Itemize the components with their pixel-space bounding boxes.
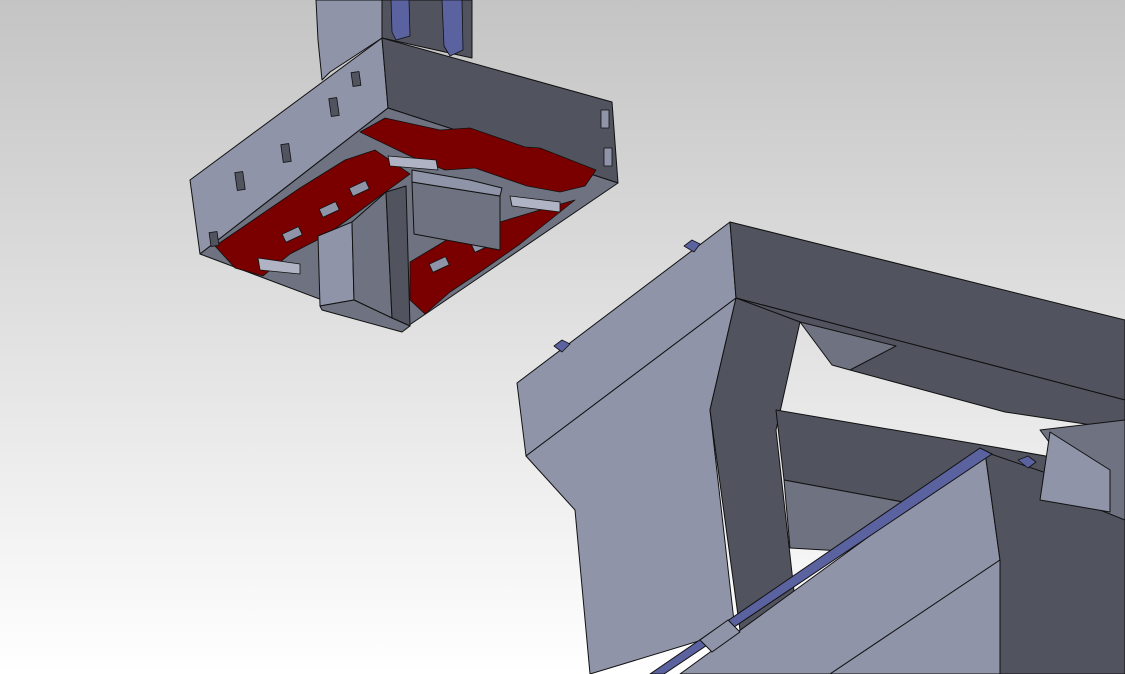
- lower-post-light: [317, 221, 355, 307]
- cad-viewport[interactable]: [0, 0, 1125, 674]
- column-bracket-right: [441, 0, 464, 57]
- cad-3d-model[interactable]: [0, 0, 1125, 674]
- column-bracket-left: [390, 0, 411, 41]
